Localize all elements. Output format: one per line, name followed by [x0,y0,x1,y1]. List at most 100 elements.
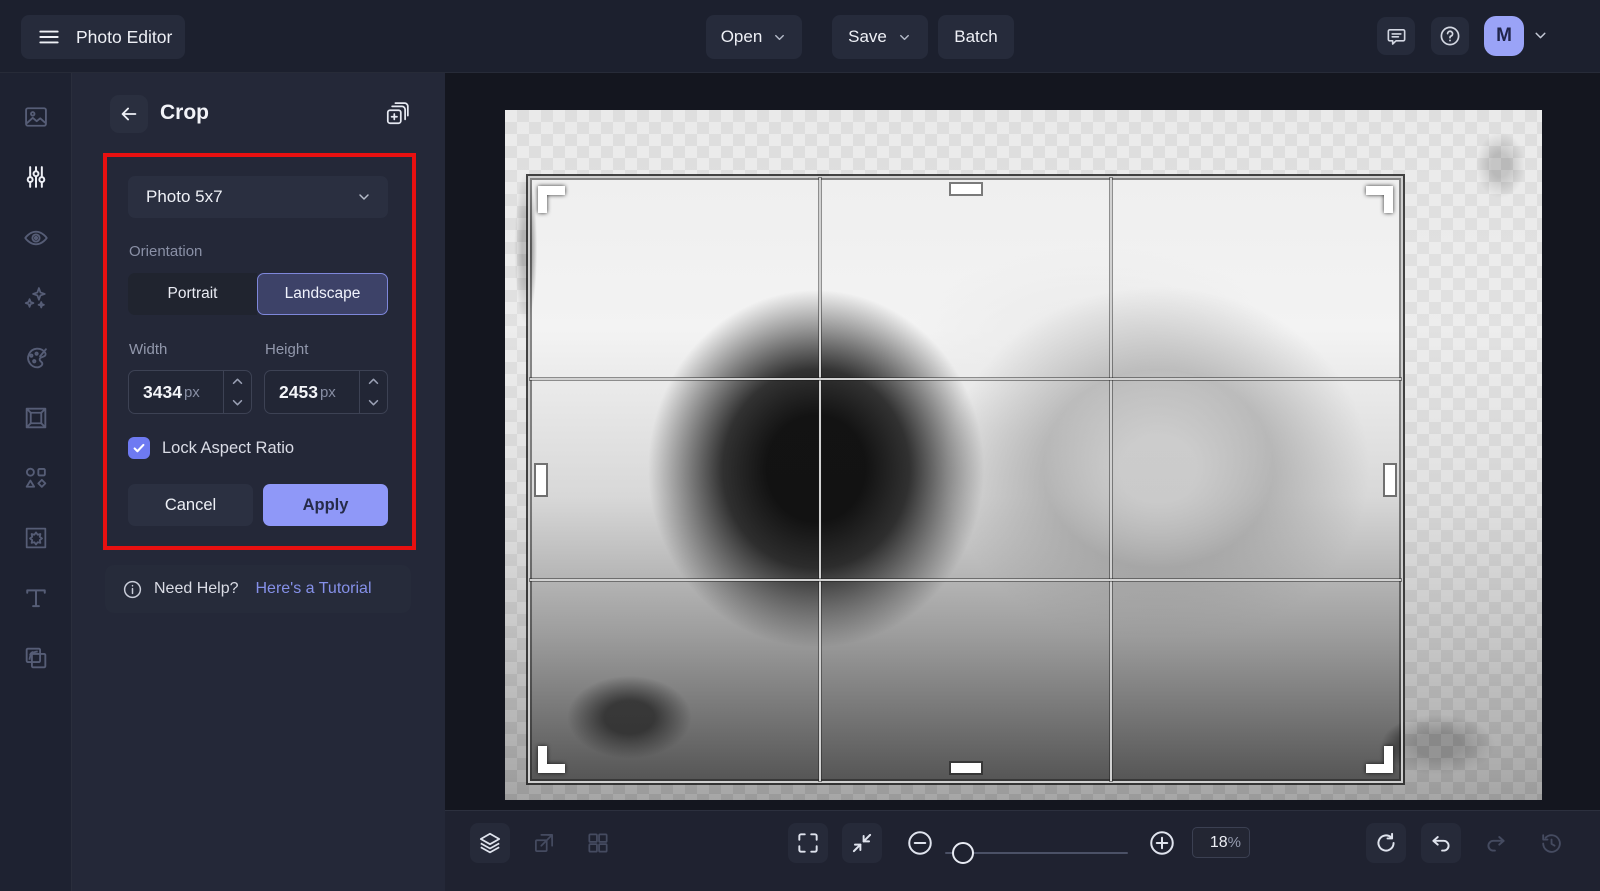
frames-icon [22,404,50,432]
touchup-eye-icon [22,224,50,252]
artsy-palette-icon [22,344,50,372]
copy-stack-icon [384,101,410,127]
crop-handle-top-right[interactable] [1366,186,1393,213]
chevron-down-icon [772,30,787,45]
history-button[interactable] [1531,823,1571,863]
lock-aspect-ratio-checkbox[interactable] [128,437,150,459]
edit-sliders-icon [22,163,50,191]
height-stepper [359,371,387,413]
chevron-down-icon [356,189,372,205]
history-clock-icon [1538,830,1564,856]
canvas-area [445,73,1600,810]
overlays-icon [22,644,50,672]
sidebar-item-graphics[interactable] [22,464,50,492]
crop-selection-frame[interactable] [528,176,1403,783]
crop-handle-bottom[interactable] [950,763,981,773]
sidebar-item-image-manager[interactable] [22,103,50,131]
sidebar-item-artsy[interactable] [22,344,50,372]
crop-preset-value: Photo 5x7 [146,187,223,206]
back-button[interactable] [110,95,148,133]
width-input[interactable]: 3434 px [128,370,252,414]
height-unit: px [319,383,336,401]
crop-handle-bottom-right[interactable] [1366,746,1393,773]
fullscreen-icon [795,830,821,856]
photo-editor-app: Photo Editor Open Save Batch M Crop Phot… [0,0,1600,891]
fit-to-screen-icon [849,830,875,856]
grid-icon [585,830,611,856]
graphics-shapes-icon [22,464,50,492]
grid-view-button[interactable] [578,823,618,863]
cancel-button[interactable]: Cancel [128,484,253,526]
zoom-out-button[interactable] [904,827,936,859]
app-title: Photo Editor [76,26,173,47]
sidebar-item-text[interactable] [22,584,50,612]
height-decrement-button[interactable] [360,392,387,413]
layers-button[interactable] [470,823,510,863]
user-avatar[interactable]: M [1484,16,1524,56]
crop-handle-top-left[interactable] [538,186,565,213]
crop-gridline-vertical-2 [1109,178,1112,781]
feedback-button[interactable] [1377,17,1415,55]
resize-button[interactable] [524,823,564,863]
zoom-level-value: 18 [1209,833,1228,851]
zoom-in-button[interactable] [1146,827,1178,859]
width-stepper [223,371,251,413]
question-mark-icon [1438,24,1462,48]
save-button[interactable]: Save [832,15,928,59]
width-increment-button[interactable] [224,371,251,392]
crop-panel: Crop Photo 5x7 Orientation Portrait Land… [72,73,445,891]
tutorial-link[interactable]: Here's a Tutorial [256,580,372,598]
width-decrement-button[interactable] [224,392,251,413]
rotate-refresh-icon [1373,830,1399,856]
zoom-slider-knob[interactable] [952,842,974,864]
sidebar-item-textures[interactable] [22,524,50,552]
panel-title: Crop [160,101,209,124]
image-canvas[interactable] [505,110,1542,800]
zoom-level-input[interactable]: 18 % [1192,827,1250,858]
apply-button[interactable]: Apply [263,484,388,526]
comment-bubble-icon [1385,25,1408,48]
chevron-down-icon [897,30,912,45]
height-input[interactable]: 2453 px [264,370,388,414]
layers-icon [477,830,503,856]
sidebar-item-edit[interactable] [22,163,50,191]
orientation-landscape-button[interactable]: Landscape [257,273,388,315]
crop-gridline-vertical-1 [819,178,822,781]
sidebar-item-effects[interactable] [22,284,50,312]
help-button[interactable] [1431,17,1469,55]
fullscreen-button[interactable] [788,823,828,863]
orientation-portrait-button[interactable]: Portrait [128,273,257,315]
lock-aspect-ratio-row[interactable]: Lock Aspect Ratio [128,437,294,459]
main-menu-button[interactable]: Photo Editor [21,15,185,59]
check-icon [132,441,146,455]
crop-preset-select[interactable]: Photo 5x7 [128,176,388,218]
width-value: 3434 [143,381,182,402]
textures-pattern-icon [22,524,50,552]
copy-to-batch-button[interactable] [384,101,410,127]
height-label: Height [265,341,309,358]
avatar-initial: M [1496,25,1512,46]
sidebar-item-touchup[interactable] [22,224,50,252]
height-increment-button[interactable] [360,371,387,392]
effects-sparkles-icon [22,284,50,312]
save-label: Save [848,27,887,46]
fit-to-screen-button[interactable] [842,823,882,863]
open-label: Open [720,27,763,46]
crop-handle-bottom-left[interactable] [538,746,565,773]
reset-button[interactable] [1366,823,1406,863]
sidebar-item-overlays[interactable] [22,644,50,672]
redo-button[interactable] [1476,823,1516,863]
open-button[interactable]: Open [706,15,802,59]
crop-handle-top[interactable] [950,184,981,194]
zoom-level-unit: % [1227,834,1241,851]
crop-handle-right[interactable] [1385,464,1395,495]
crop-handle-left[interactable] [536,464,546,495]
redo-icon [1483,830,1509,856]
hamburger-icon [36,24,62,50]
undo-button[interactable] [1421,823,1461,863]
sidebar-item-frames[interactable] [22,404,50,432]
batch-button[interactable]: Batch [938,15,1014,59]
lock-aspect-ratio-label: Lock Aspect Ratio [162,438,295,457]
account-menu-chevron-icon[interactable] [1532,27,1549,44]
crop-gridline-horizontal-2 [530,578,1401,581]
